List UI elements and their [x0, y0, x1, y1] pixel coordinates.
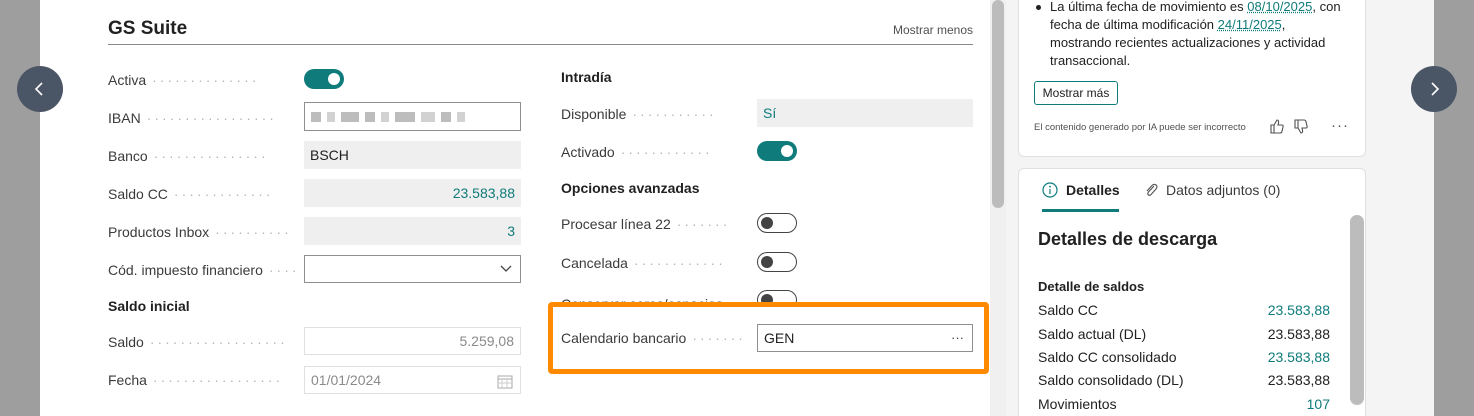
summary-date-link-2[interactable]: 24/11/2025 [1218, 17, 1282, 32]
procesar-toggle[interactable] [757, 213, 797, 233]
previous-record-button[interactable] [17, 66, 63, 112]
detail-value-link[interactable]: 107 [1307, 396, 1330, 412]
ai-more-menu[interactable]: ··· [1331, 117, 1349, 134]
fecha-value: 01/01/2024 [311, 372, 382, 388]
detail-label: Movimientos [1038, 396, 1117, 412]
label-cancelada: Cancelada [561, 255, 628, 271]
cod-impuesto-select[interactable] [304, 255, 521, 283]
disponible-value: Sí [757, 99, 973, 127]
calendar-icon [497, 375, 513, 389]
chevron-left-icon [34, 82, 43, 96]
activa-toggle[interactable] [304, 69, 344, 89]
cancelada-toggle[interactable] [757, 252, 797, 272]
opciones-avanzadas-heading: Opciones avanzadas [561, 180, 700, 196]
label-iban: IBAN [108, 110, 141, 126]
detail-value: 23.583,88 [1267, 372, 1330, 388]
field-iban: IBAN ················· [108, 110, 277, 126]
summary-prefix: La última fecha de movimiento es [1050, 0, 1248, 14]
detail-row-saldo-cc-consolidado: Saldo CC consolidado 23.583,88 [1038, 349, 1330, 365]
field-cod-impuesto: Cód. impuesto financiero ···· [108, 262, 298, 278]
label-activa: Activa [108, 72, 147, 88]
details-subheading: Detalle de saldos [1038, 279, 1145, 294]
chevron-right-icon [1431, 82, 1440, 96]
saldo-inicial-heading: Saldo inicial [108, 298, 190, 314]
section-divider [108, 44, 973, 45]
detail-label: Saldo consolidado (DL) [1038, 372, 1184, 388]
label-saldo: Saldo [108, 334, 144, 350]
field-saldo: Saldo ·················· [108, 334, 288, 350]
thumbs-up-icon[interactable] [1270, 119, 1284, 134]
summary-date-link-1[interactable]: 08/10/2025 [1247, 0, 1312, 14]
saldo-value: 5.259,08 [304, 327, 521, 355]
paperclip-icon [1146, 183, 1158, 196]
info-icon [1042, 182, 1058, 198]
tab-datos-adjuntos[interactable]: Datos adjuntos (0) [1144, 182, 1280, 198]
label-fecha: Fecha [108, 372, 147, 388]
thumbs-down-icon[interactable] [1294, 119, 1308, 134]
label-disponible: Disponible [561, 106, 627, 122]
banco-value: BSCH [304, 141, 521, 169]
ai-summary-text: La última fecha de movimiento es 08/10/2… [1050, 0, 1350, 70]
detail-row-saldo-consolidado: Saldo consolidado (DL) 23.583,88 [1038, 372, 1330, 388]
saldo-cc-value[interactable]: 23.583,88 [304, 179, 521, 207]
field-activado: Activado ············ [561, 144, 713, 160]
show-less-link[interactable]: Mostrar menos [893, 23, 973, 37]
label-banco: Banco [108, 148, 148, 164]
details-title: Detalles de descarga [1038, 229, 1218, 249]
productos-inbox-value[interactable]: 3 [304, 217, 521, 245]
field-saldo-cc: Saldo CC ············· [108, 186, 274, 202]
field-activa: Activa ·············· [108, 72, 260, 88]
tab-detalles[interactable]: Detalles [1042, 182, 1120, 198]
detail-label: Saldo CC [1038, 302, 1098, 318]
iban-masked-value [311, 111, 465, 122]
detail-row-saldo-actual: Saldo actual (DL) 23.583,88 [1038, 326, 1330, 342]
iban-input[interactable] [304, 102, 521, 131]
field-disponible: Disponible ··········· [561, 106, 717, 122]
show-more-button[interactable]: Mostrar más [1034, 81, 1118, 105]
field-cancelada: Cancelada ············ [561, 255, 726, 271]
detail-label: Saldo CC consolidado [1038, 349, 1177, 365]
label-cod-impuesto: Cód. impuesto financiero [108, 262, 263, 278]
detail-value-link[interactable]: 23.583,88 [1268, 302, 1330, 318]
ai-disclaimer: El contenido generado por IA puede ser i… [1034, 122, 1246, 133]
bullet-icon [1036, 5, 1041, 10]
detail-value-link[interactable]: 23.583,88 [1268, 349, 1330, 365]
detail-value: 23.583,88 [1267, 326, 1330, 342]
label-activado: Activado [561, 144, 615, 160]
activado-toggle[interactable] [757, 141, 797, 161]
field-banco: Banco ··············· [108, 148, 269, 164]
details-scrollbar[interactable] [1350, 215, 1364, 405]
next-record-button[interactable] [1411, 66, 1457, 112]
main-scrollbar[interactable] [992, 0, 1004, 208]
label-procesar: Procesar línea 22 [561, 216, 671, 232]
highlight-box [548, 302, 989, 374]
fecha-input: 01/01/2024 [304, 366, 521, 394]
label-saldo-cc: Saldo CC [108, 186, 168, 202]
active-tab-indicator [1042, 209, 1119, 212]
field-fecha: Fecha ················· [108, 372, 284, 388]
detail-row-saldo-cc: Saldo CC 23.583,88 [1038, 302, 1330, 318]
chevron-down-icon [500, 265, 512, 272]
intradia-heading: Intradía [561, 69, 612, 85]
detail-label: Saldo actual (DL) [1038, 326, 1147, 342]
tab-datos-adjuntos-label: Datos adjuntos (0) [1166, 182, 1281, 198]
tab-detalles-label: Detalles [1066, 182, 1120, 198]
section-title: GS Suite [108, 18, 188, 39]
label-productos-inbox: Productos Inbox [108, 224, 210, 240]
field-procesar: Procesar línea 22 ······· [561, 216, 731, 232]
detail-row-movimientos: Movimientos 107 [1038, 396, 1330, 412]
field-productos-inbox: Productos Inbox ·········· [108, 224, 292, 240]
